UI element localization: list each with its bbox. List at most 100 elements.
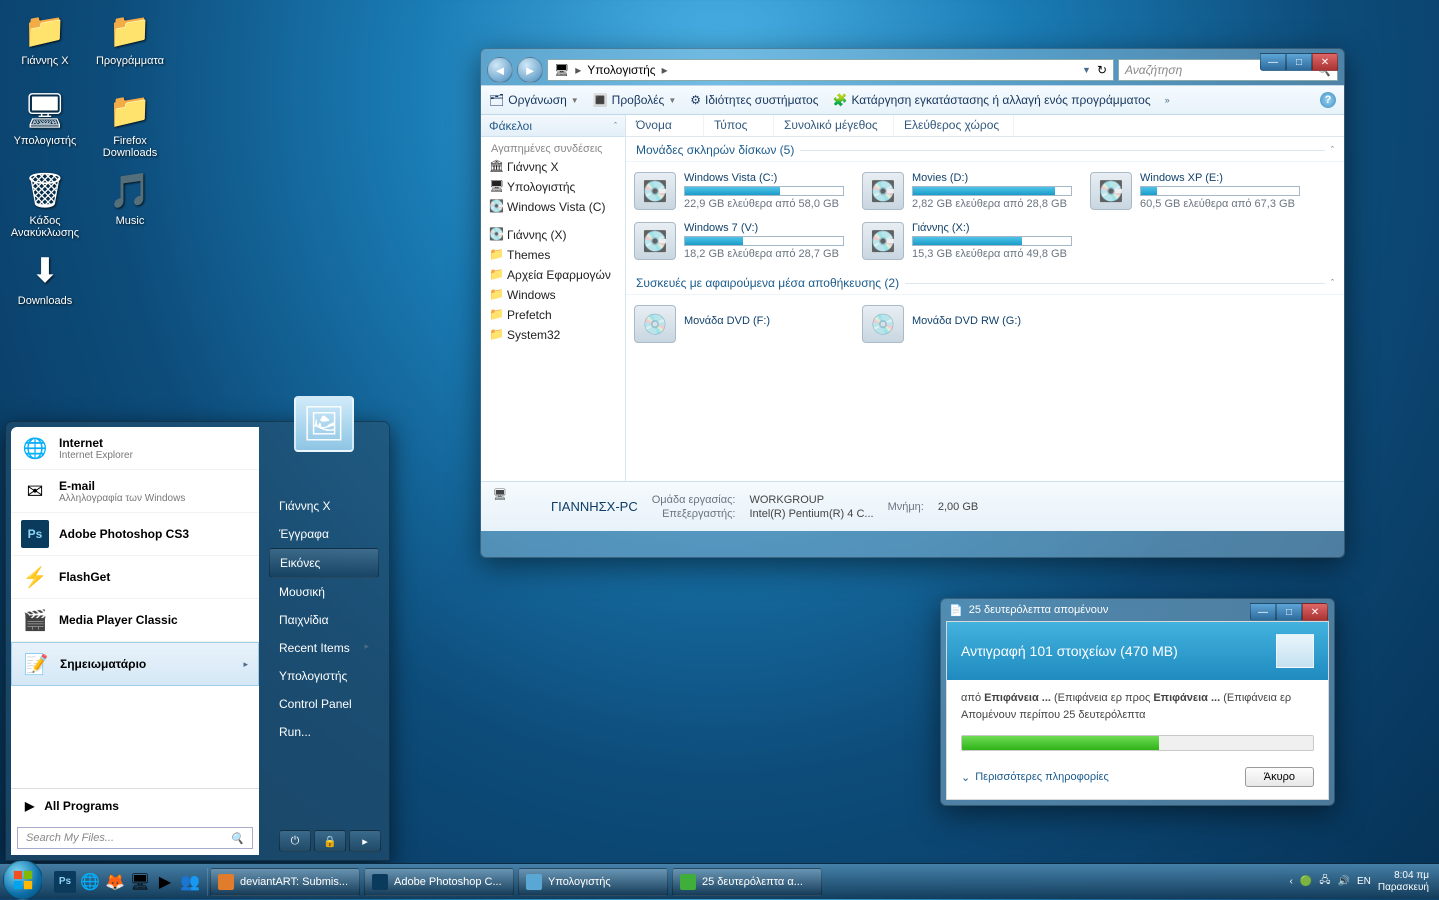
start-item[interactable]: ⚡FlashGet: [11, 556, 259, 599]
group-removable[interactable]: Συσκευές με αφαιρούμενα μέσα αποθήκευσης…: [626, 270, 1344, 295]
removable-drive-item[interactable]: 💿Μονάδα DVD RW (G:): [858, 301, 1076, 347]
sleep-button[interactable]: ⏻: [279, 830, 311, 852]
more-info-link[interactable]: ⌄Περισσότερες πληροφορίες: [961, 771, 1109, 784]
media-icon[interactable]: ▶: [154, 871, 176, 893]
tray-icon[interactable]: 🖧: [1319, 873, 1330, 890]
search-placeholder: Αναζήτηση: [1125, 63, 1182, 77]
favorite-link[interactable]: 🖥Υπολογιστής: [481, 177, 625, 197]
drive-item[interactable]: 💽Windows 7 (V:)18,2 GB ελεύθερα από 28,7…: [630, 218, 848, 264]
folder-tree-item[interactable]: 📁Αρχεία Εφαρμογών: [481, 265, 625, 285]
favorite-link[interactable]: 🏛Γιάννης X: [481, 157, 625, 177]
start-item[interactable]: 🌐InternetInternet Explorer: [11, 427, 259, 470]
start-right-item[interactable]: Έγγραφα: [269, 520, 379, 548]
help-icon[interactable]: ?: [1320, 92, 1336, 108]
desktop-icon-programs[interactable]: 📁Προγράμματα: [90, 5, 170, 85]
start-search-input[interactable]: Search My Files...🔍: [17, 827, 253, 849]
maximize-button[interactable]: □: [1286, 53, 1312, 71]
task-button[interactable]: Adobe Photoshop C...: [364, 868, 514, 896]
start-right-item[interactable]: Παιχνίδια: [269, 606, 379, 634]
folder-icon: 📁: [489, 267, 504, 281]
photoshop-icon[interactable]: Ps: [54, 871, 76, 893]
start-item[interactable]: PsAdobe Photoshop CS3: [11, 513, 259, 556]
volume-icon[interactable]: 🔊: [1338, 876, 1350, 887]
task-button[interactable]: deviantART: Submis...: [210, 868, 360, 896]
desktop-icon-user[interactable]: 📁Γιάννης X: [5, 5, 85, 85]
start-right-item[interactable]: Run...: [269, 718, 379, 746]
close-button[interactable]: ✕: [1312, 53, 1338, 71]
back-button[interactable]: ◄: [487, 57, 513, 83]
close-button[interactable]: ✕: [1302, 603, 1328, 621]
removable-drive-item[interactable]: 💿Μονάδα DVD (F:): [630, 301, 848, 347]
col-size[interactable]: Συνολικό μέγεθος: [774, 115, 894, 136]
folder-tree-item[interactable]: 📁Windows: [481, 285, 625, 305]
explorer-toolbar: 🗂Οργάνωση▼ 🔳Προβολές▼ ⚙Ιδιότητες συστήμα…: [481, 85, 1344, 115]
start-right-item[interactable]: Εικόνες: [269, 548, 379, 578]
folder-tree-item[interactable]: 📁Themes: [481, 245, 625, 265]
favorites-header: Αγαπημένες συνδέσεις: [481, 137, 625, 157]
minimize-button[interactable]: —: [1250, 603, 1276, 621]
start-right-item[interactable]: Control Panel: [269, 690, 379, 718]
start-right-item[interactable]: Υπολογιστής: [269, 662, 379, 690]
all-programs-button[interactable]: ▶All Programs: [11, 788, 259, 823]
ie-icon[interactable]: 🌐: [79, 871, 101, 893]
favorite-link[interactable]: 💽Windows Vista (C): [481, 197, 625, 217]
folders-header[interactable]: Φάκελοιˆ: [481, 115, 625, 137]
maximize-button[interactable]: □: [1276, 603, 1302, 621]
uninstall-button[interactable]: 🧩Κατάργηση εγκατάστασης ή αλλαγή ενός πρ…: [832, 93, 1150, 107]
start-item[interactable]: 🎬Media Player Classic: [11, 599, 259, 642]
taskbar: Ps 🌐 🦊 🖥 ▶ 👥 deviantART: Submis...Adobe …: [0, 863, 1439, 899]
show-desktop-icon[interactable]: 🖥: [129, 871, 151, 893]
desktop-label: Firefox Downloads: [90, 135, 170, 159]
refresh-icon[interactable]: ↻: [1097, 63, 1107, 77]
col-free[interactable]: Ελεύθερος χώρος: [894, 115, 1014, 136]
col-type[interactable]: Τύπος: [704, 115, 774, 136]
firefox-icon[interactable]: 🦊: [104, 871, 126, 893]
views-button[interactable]: 🔳Προβολές▼: [593, 93, 677, 107]
organize-button[interactable]: 🗂Οργάνωση▼: [489, 93, 579, 107]
start-right-item[interactable]: Μουσική: [269, 578, 379, 606]
task-button[interactable]: 25 δευτερόλεπτα α...: [672, 868, 822, 896]
group-hard-drives[interactable]: Μονάδες σκληρών δίσκων (5)ˆ: [626, 137, 1344, 162]
task-button[interactable]: Υπολογιστής: [518, 868, 668, 896]
drive-item[interactable]: 💽Windows XP (E:)60,5 GB ελεύθερα από 67,…: [1086, 168, 1304, 214]
lock-button[interactable]: 🔒: [314, 830, 346, 852]
shutdown-options-button[interactable]: ▸: [349, 830, 381, 852]
desktop-icon-recycle[interactable]: 🗑Κάδος Ανακύκλωσης: [5, 165, 85, 245]
start-button[interactable]: [3, 860, 43, 900]
cancel-button[interactable]: Άκυρο: [1245, 767, 1314, 787]
tray-expand-icon[interactable]: ‹: [1290, 876, 1293, 887]
folder-tree-item[interactable]: 💽Γιάννης (X): [481, 225, 625, 245]
memory-value: 2,00 GB: [938, 501, 978, 513]
start-right-item[interactable]: Γιάννης X: [269, 492, 379, 520]
folder-tree-item[interactable]: 📁Prefetch: [481, 305, 625, 325]
col-name[interactable]: Όνομα: [626, 115, 704, 136]
folder-icon: 📁: [23, 9, 67, 53]
breadcrumb-item[interactable]: Υπολογιστής: [587, 63, 655, 77]
user-picture[interactable]: 🖼: [294, 396, 354, 452]
forward-button[interactable]: ►: [517, 57, 543, 83]
drive-item[interactable]: 💽Windows Vista (C:)22,9 GB ελεύθερα από …: [630, 168, 848, 214]
folder-tree-item[interactable]: 📁System32: [481, 325, 625, 345]
messenger-icon[interactable]: 👥: [179, 871, 201, 893]
start-item[interactable]: 📝Σημειωματάριο▸: [11, 642, 259, 686]
desktop-icon-downloads[interactable]: ⬇Downloads: [5, 245, 85, 325]
minimize-button[interactable]: —: [1260, 53, 1286, 71]
power-buttons: ⏻ 🔒 ▸: [279, 830, 381, 852]
clock[interactable]: 8:04 πμΠαρασκευή: [1378, 870, 1429, 894]
column-headers: Όνομα Τύπος Συνολικό μέγεθος Ελεύθερος χ…: [626, 115, 1344, 137]
tray-icon[interactable]: 🟢: [1300, 876, 1312, 887]
start-right-item[interactable]: Recent Items▸: [269, 634, 379, 662]
chevron-right-icon[interactable]: »: [1165, 95, 1170, 105]
explorer-body: Φάκελοιˆ Αγαπημένες συνδέσεις 🏛Γιάννης X…: [481, 115, 1344, 481]
language-indicator[interactable]: EN: [1357, 876, 1371, 887]
address-bar[interactable]: 🖥 ▸ Υπολογιστής ▸ ▼ ↻: [547, 59, 1114, 81]
system-properties-button[interactable]: ⚙Ιδιότητες συστήματος: [690, 93, 818, 107]
desktop-icon-music[interactable]: 🎵Music: [90, 165, 170, 245]
desktop-icons-col2: 📁Προγράμματα 📁Firefox Downloads 🎵Music: [90, 5, 170, 245]
drive-item[interactable]: 💽Movies (D:)2,82 GB ελεύθερα από 28,8 GB: [858, 168, 1076, 214]
start-item[interactable]: ✉E-mailΑλληλογραφία των Windows: [11, 470, 259, 513]
drive-item[interactable]: 💽Γιάννης (X:)15,3 GB ελεύθερα από 49,8 G…: [858, 218, 1076, 264]
desktop-icon-firefox-dl[interactable]: 📁Firefox Downloads: [90, 85, 170, 165]
chevron-down-icon[interactable]: ▼: [1082, 65, 1091, 75]
desktop-icon-computer[interactable]: 🖥Υπολογιστής: [5, 85, 85, 165]
